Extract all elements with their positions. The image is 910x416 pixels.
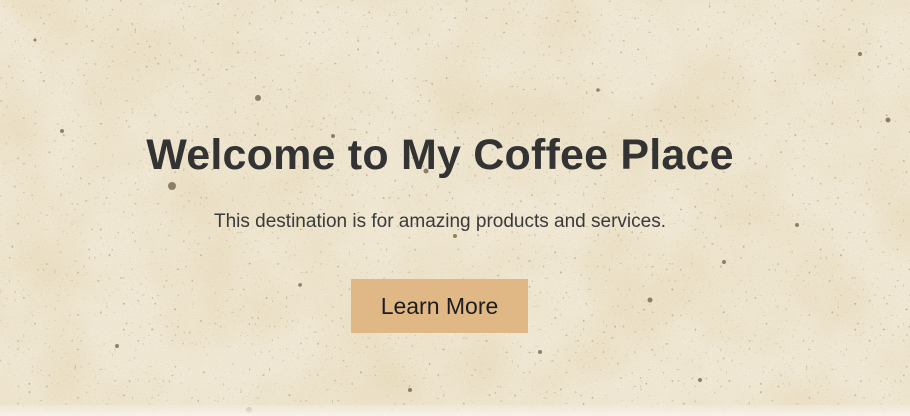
hero-section: Welcome to My Coffee Place This destinat… xyxy=(0,0,910,416)
page-title: Welcome to My Coffee Place xyxy=(146,131,734,179)
learn-more-button[interactable]: Learn More xyxy=(351,279,528,333)
section-divider xyxy=(0,405,910,416)
hero-subtitle: This destination is for amazing products… xyxy=(214,211,666,232)
hero-content: Welcome to My Coffee Place This destinat… xyxy=(0,0,880,416)
